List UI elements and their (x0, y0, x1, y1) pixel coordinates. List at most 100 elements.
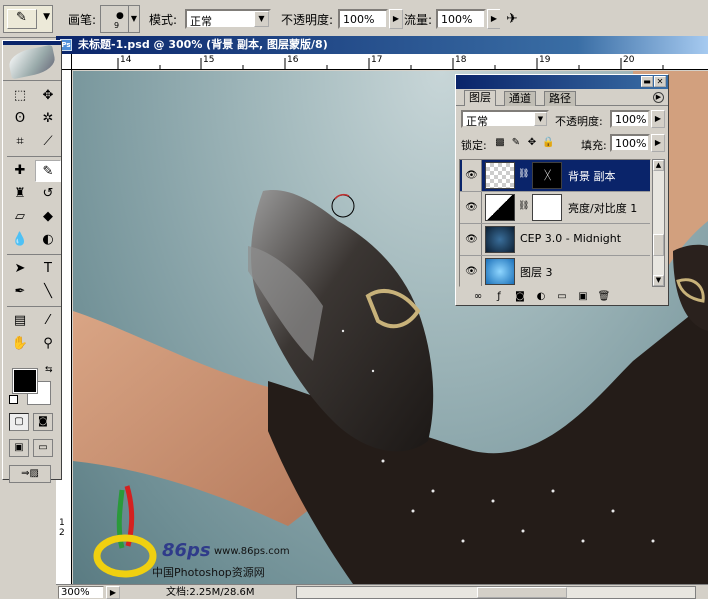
layer-row[interactable]: 👁 ⛓ ᚷ 背景 副本 (460, 160, 650, 192)
layer-opacity-input[interactable]: 100% (610, 110, 650, 128)
flow-slider-button[interactable]: ▶ (487, 9, 501, 29)
standard-mode-icon[interactable]: ▢ (9, 413, 29, 431)
blend-mode-select[interactable]: 正常 ▼ (461, 110, 549, 128)
pen-icon[interactable]: ✒ (7, 281, 33, 303)
type-icon[interactable]: T (35, 258, 61, 280)
scroll-up-icon[interactable]: ▲ (653, 160, 664, 171)
close-icon[interactable]: ✕ (654, 76, 666, 87)
toolbox: ⬚ ✥ ʘ ✲ ⌗ ⟋ ✚ ✎ ♜ ↺ ▱ ◆ 💧 ◐ ➤ T ✒ ╲ ▤ ⁄ … (2, 40, 62, 483)
document-title: 未标题-1.psd @ 300% (背景 副本, 图层蒙版/8) (78, 38, 328, 51)
horizontal-ruler[interactable]: 14 15 16 17 18 19 20 (72, 54, 708, 70)
scroll-down-icon[interactable]: ▼ (653, 275, 664, 286)
lasso-icon[interactable]: ʘ (7, 108, 33, 130)
horizontal-scrollbar[interactable] (296, 586, 696, 599)
layer-thumbnail (485, 226, 515, 253)
ruler-tick-label: 15 (203, 55, 215, 65)
document-title-bar[interactable]: Ps 未标题-1.psd @ 300% (背景 副本, 图层蒙版/8) (56, 36, 708, 54)
layers-panel-title-bar[interactable]: ▬ ✕ (456, 75, 668, 89)
ruler-tick-label: 19 (539, 55, 551, 65)
crop-icon[interactable]: ⌗ (7, 131, 33, 153)
marquee-icon[interactable]: ⬚ (7, 85, 33, 107)
fill-slider-button[interactable]: ▶ (651, 134, 665, 152)
tab-channels[interactable]: 通道 (504, 91, 536, 106)
path-selection-icon[interactable]: ➤ (7, 258, 33, 280)
add-mask-icon[interactable]: ◙ (512, 290, 528, 304)
quick-mask-mode-icon[interactable]: ◙ (33, 413, 53, 431)
airbrush-icon[interactable]: ✈ (500, 8, 524, 30)
tab-layers[interactable]: 图层 (464, 90, 496, 106)
lock-transparency-icon[interactable]: ▩ (494, 137, 506, 149)
lock-position-icon[interactable]: ✥ (526, 137, 538, 149)
eye-icon[interactable]: 👁 (462, 192, 482, 223)
link-layers-icon[interactable]: ∞ (470, 290, 486, 304)
zoom-icon[interactable]: ⚲ (35, 333, 61, 355)
swap-colors-icon[interactable]: ⇆ (45, 365, 53, 375)
eye-icon[interactable]: 👁 (462, 256, 482, 286)
lock-pixels-icon[interactable]: ✎ (510, 137, 522, 149)
default-colors-icon[interactable] (9, 395, 18, 404)
tab-paths[interactable]: 路径 (544, 91, 576, 106)
photoshop-window: ✎ ▼ 画笔: ● 9 ▼ 模式: 正常 ▼ 不透明度: 100% ▶ 流量: … (0, 0, 708, 599)
brush-picker[interactable]: ● 9 ▼ (100, 5, 140, 33)
full-screen-menu-mode-icon[interactable]: ▭ (33, 439, 53, 457)
jump-to-imageready-icon[interactable]: ⇒▨ (9, 465, 51, 483)
tool-preset-picker[interactable]: ✎ ▼ (3, 5, 53, 33)
color-swatches: ⇆ (5, 363, 59, 407)
layer-mask-thumbnail[interactable]: ᚷ (532, 162, 562, 189)
brush-icon[interactable]: ✎ (35, 160, 61, 182)
paint-bucket-icon[interactable]: ◆ (35, 206, 61, 228)
layer-mask-thumbnail[interactable] (532, 194, 562, 221)
blend-mode-value: 正常 (466, 115, 488, 128)
opacity-input[interactable]: 100% (338, 9, 388, 29)
new-layer-icon[interactable]: ▣ (575, 290, 591, 304)
ruler-tick-label: 17 (371, 55, 383, 65)
layer-row[interactable]: 👁 图层 3 (460, 256, 650, 286)
fill-input[interactable]: 100% (610, 134, 650, 152)
layer-row[interactable]: 👁 CEP 3.0 - Midnight (460, 224, 650, 256)
layer-style-icon[interactable]: ƒ (491, 290, 507, 304)
status-menu-button[interactable]: ▶ (106, 586, 120, 599)
foreground-color-swatch[interactable] (12, 368, 38, 394)
scrollbar-thumb[interactable] (653, 234, 664, 256)
zoom-input[interactable]: 300% (58, 586, 104, 599)
trash-icon[interactable]: 🗑 (596, 290, 612, 304)
adobe-online-button[interactable] (3, 44, 61, 81)
brush-label: 画笔: (68, 13, 97, 27)
layer-row[interactable]: 👁 ⛓ 亮度/对比度 1 (460, 192, 650, 224)
brush-size: 9 (114, 21, 120, 30)
flow-input[interactable]: 100% (436, 9, 486, 29)
move-icon[interactable]: ✥ (35, 85, 61, 107)
options-bar: ✎ ▼ 画笔: ● 9 ▼ 模式: 正常 ▼ 不透明度: 100% ▶ 流量: … (0, 0, 708, 38)
minimize-icon[interactable]: ▬ (641, 76, 653, 87)
lock-all-icon[interactable]: 🔒 (542, 137, 554, 149)
notes-icon[interactable]: ▤ (7, 310, 33, 332)
ruler-tick-label: 2 (59, 528, 65, 538)
dodge-icon[interactable]: ◐ (35, 229, 61, 251)
new-group-icon[interactable]: ▭ (554, 290, 570, 304)
eraser-icon[interactable]: ▱ (7, 206, 33, 228)
mode-select[interactable]: 正常 ▼ (185, 9, 271, 29)
layer-list-scrollbar[interactable]: ▲ ▼ (652, 159, 665, 287)
clone-stamp-icon[interactable]: ♜ (7, 183, 33, 205)
layer-opacity-slider-button[interactable]: ▶ (651, 110, 665, 128)
blur-icon[interactable]: 💧 (7, 229, 33, 251)
slice-icon[interactable]: ⟋ (35, 131, 61, 153)
panel-menu-icon[interactable]: ▶ (653, 92, 664, 103)
eye-icon[interactable]: 👁 (462, 160, 482, 191)
eye-icon[interactable]: 👁 (462, 224, 482, 255)
scrollbar-thumb[interactable] (477, 587, 567, 598)
healing-brush-icon[interactable]: ✚ (7, 160, 33, 182)
eyedropper-icon[interactable]: ⁄ (35, 310, 61, 332)
link-icon[interactable]: ⛓ (518, 201, 529, 211)
opacity-slider-button[interactable]: ▶ (389, 9, 403, 29)
standard-screen-mode-icon[interactable]: ▣ (9, 439, 29, 457)
panel-tabs: 图层 通道 路径 ▶ (456, 89, 668, 106)
magic-wand-icon[interactable]: ✲ (35, 108, 61, 130)
shape-icon[interactable]: ╲ (35, 281, 61, 303)
layer-name: 背景 副本 (568, 170, 616, 183)
hand-icon[interactable]: ✋ (7, 333, 33, 355)
chevron-down-icon: ▼ (254, 11, 269, 27)
adjustment-layer-icon[interactable]: ◐ (533, 290, 549, 304)
history-brush-icon[interactable]: ↺ (35, 183, 61, 205)
link-icon[interactable]: ⛓ (518, 169, 529, 179)
